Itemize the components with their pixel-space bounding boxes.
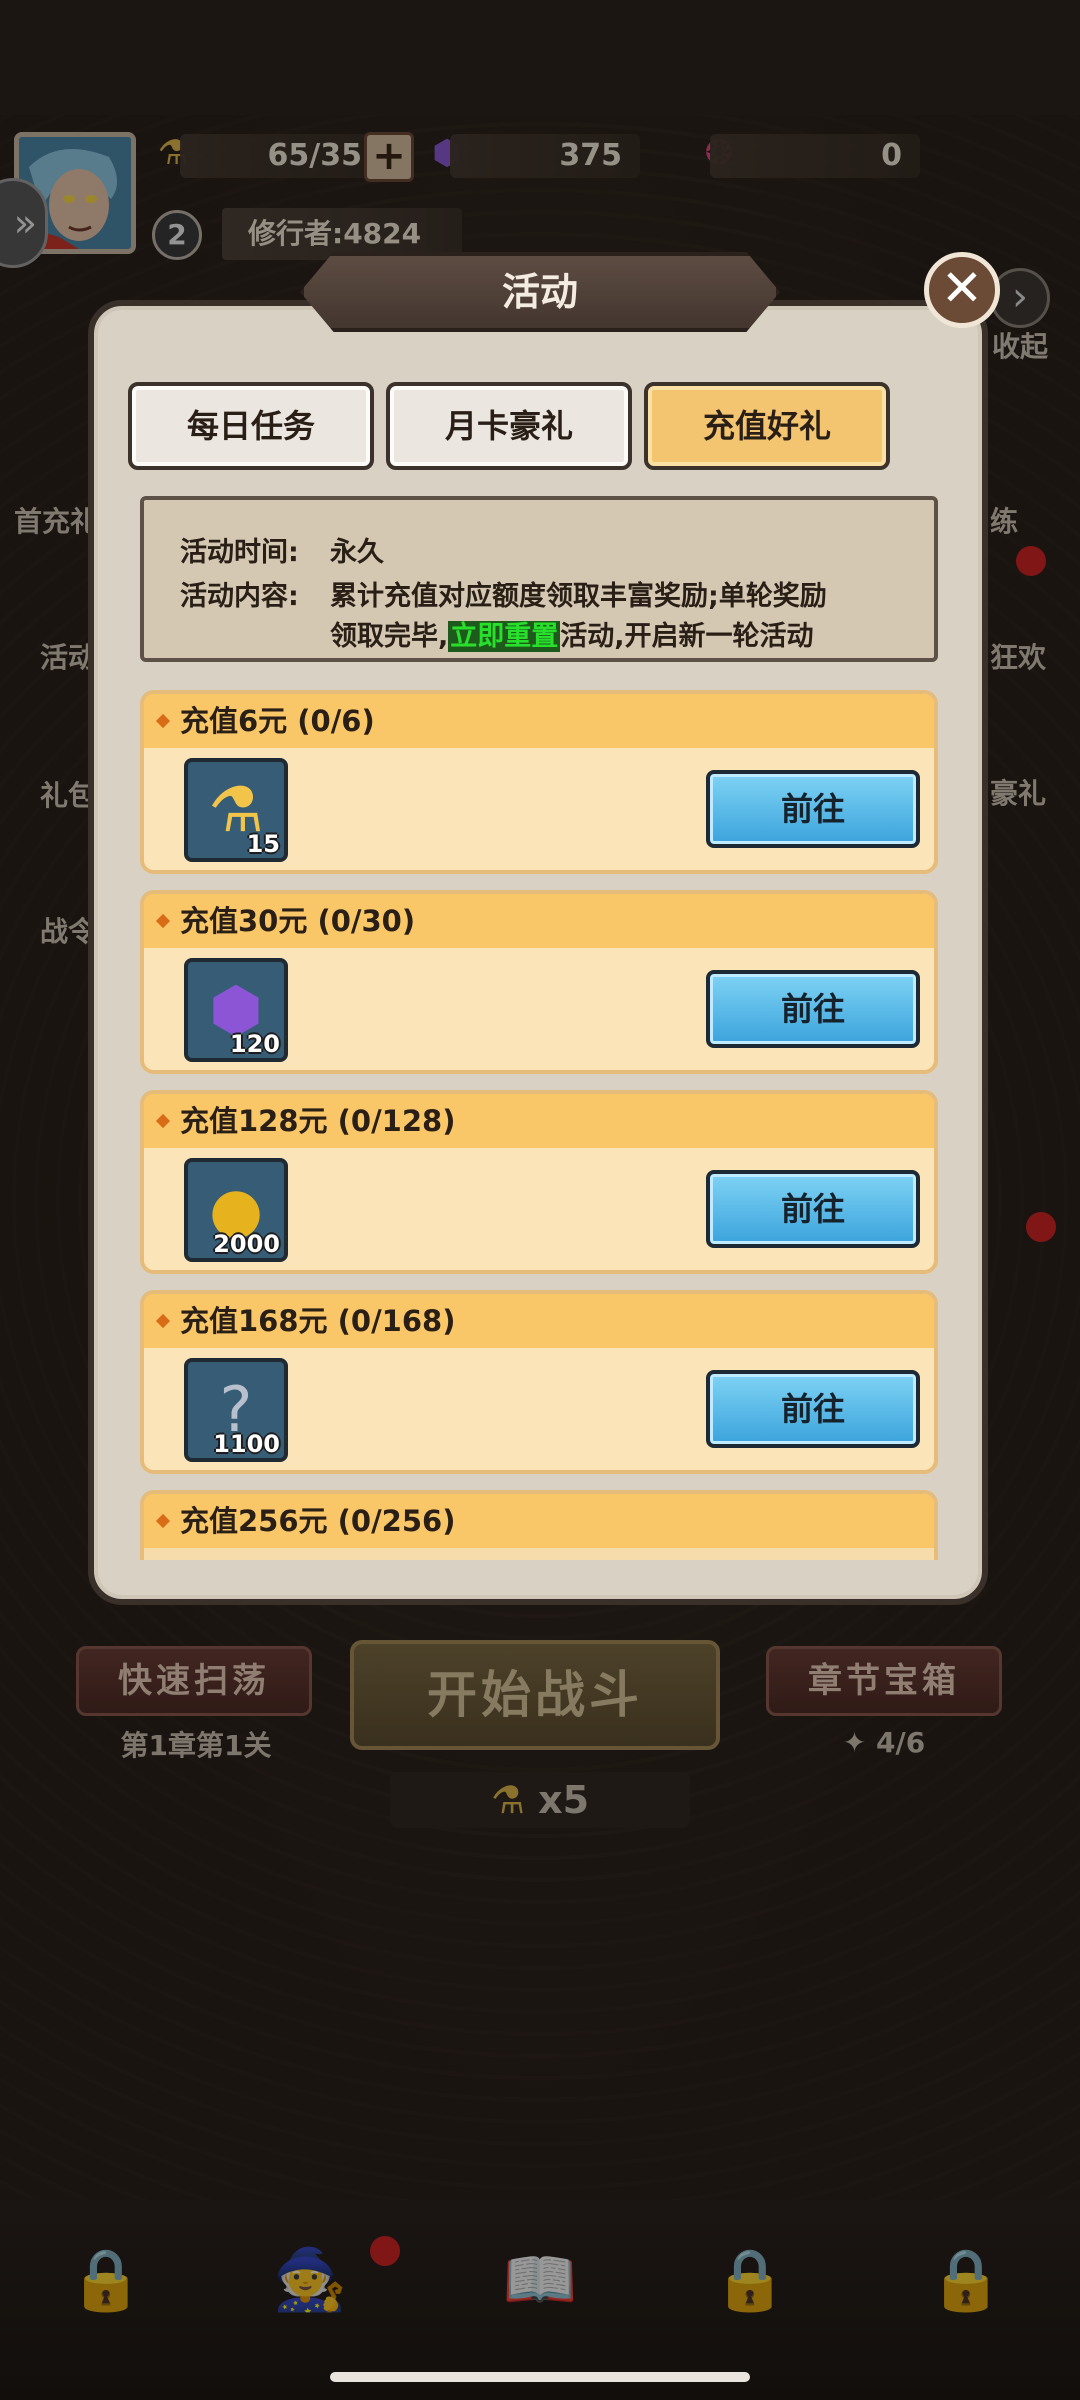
tab-monthly-card[interactable]: 月卡豪礼 xyxy=(386,382,632,470)
close-icon: ✕ xyxy=(941,259,983,317)
reward-item[interactable]: ● 2000 xyxy=(184,1158,288,1262)
go-button[interactable]: 前往 xyxy=(706,970,920,1048)
activity-time-row: 活动时间: 永久 xyxy=(180,530,384,569)
reward-item-count: 2000 xyxy=(213,1230,280,1258)
reward-row-title: 充值30元 (0/30) xyxy=(144,894,934,948)
activity-time-value: 永久 xyxy=(330,537,384,568)
reward-row-body: ● 2000 前往 xyxy=(144,1148,934,1270)
tab-daily-tasks[interactable]: 每日任务 xyxy=(128,382,374,470)
activity-info-panel: 活动时间: 永久 活动内容: 累计充值对应额度领取丰富奖励;单轮奖励 领取完毕,立即… xyxy=(140,496,938,662)
reward-row-title: 充值6元 (0/6) xyxy=(144,694,934,748)
go-button[interactable]: 前往 xyxy=(706,770,920,848)
tab-recharge-gifts[interactable]: 充值好礼 xyxy=(644,382,890,470)
activity-content-line2-post: 活动,开启新一轮活动 xyxy=(560,621,814,652)
reward-row-title: 充值256元 (0/256) xyxy=(144,1494,934,1548)
reward-row: 充值30元 (0/30) ⬢ 120 前往 xyxy=(140,890,938,1074)
reward-item-count: 1100 xyxy=(213,1430,280,1458)
reward-item-count: 15 xyxy=(246,830,280,858)
reward-row-title: 充值128元 (0/128) xyxy=(144,1094,934,1148)
modal-title: 活动 xyxy=(300,252,780,332)
reset-now-link[interactable]: 立即重置 xyxy=(448,621,561,652)
reward-row-body: ⬢ 120 前往 xyxy=(144,948,934,1070)
reward-row-body: ? 1100 前往 xyxy=(144,1348,934,1470)
reward-row: 充值168元 (0/168) ? 1100 前往 xyxy=(140,1290,938,1474)
activity-content-line1: 累计充值对应额度领取丰富奖励;单轮奖励 xyxy=(330,581,827,612)
reward-row: 充值256元 (0/256) xyxy=(140,1490,938,1560)
recharge-reward-list[interactable]: 充值6元 (0/6) ⚗ 15 前往 充值30元 (0/30) ⬢ 120 前往… xyxy=(140,690,938,1560)
activity-time-label: 活动时间: xyxy=(180,537,299,568)
activity-content-line2-pre: 领取完毕, xyxy=(330,621,449,652)
activity-content-line2: 领取完毕,立即重置活动,开启新一轮活动 xyxy=(330,614,814,653)
go-button[interactable]: 前往 xyxy=(706,1170,920,1248)
activity-content-row: 活动内容: 累计充值对应额度领取丰富奖励;单轮奖励 xyxy=(180,574,827,613)
reward-item-count: 120 xyxy=(229,1030,280,1058)
reward-item[interactable]: ? 1100 xyxy=(184,1358,288,1462)
reward-row: 充值6元 (0/6) ⚗ 15 前往 xyxy=(140,690,938,874)
home-indicator[interactable] xyxy=(330,2372,750,2382)
close-button[interactable]: ✕ xyxy=(924,252,1000,328)
reward-item[interactable]: ⬢ 120 xyxy=(184,958,288,1062)
reward-row: 充值128元 (0/128) ● 2000 前往 xyxy=(140,1090,938,1274)
reward-row-body: ⚗ 15 前往 xyxy=(144,748,934,870)
reward-row-title: 充值168元 (0/168) xyxy=(144,1294,934,1348)
reward-item[interactable]: ⚗ 15 xyxy=(184,758,288,862)
activity-content-label: 活动内容: xyxy=(180,581,299,612)
go-button[interactable]: 前往 xyxy=(706,1370,920,1448)
